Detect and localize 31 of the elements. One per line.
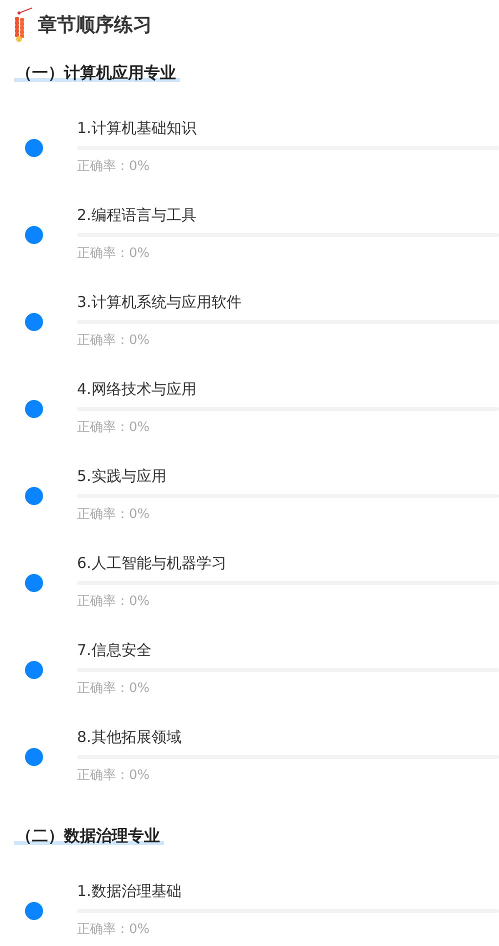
chapter-dot	[25, 313, 43, 331]
firecracker-icon	[12, 7, 34, 43]
chapter-title[interactable]: 1.计算机基础知识	[77, 117, 499, 139]
chapter-title[interactable]: 2.编程语言与工具	[77, 204, 499, 226]
page-title: 章节顺序练习	[38, 13, 152, 37]
chapter-dot	[25, 400, 43, 418]
accuracy-text: 正确率：0%	[77, 921, 150, 939]
chapter-dot	[25, 748, 43, 766]
accuracy-text: 正确率：0%	[77, 158, 150, 176]
accuracy-text: 正确率：0%	[77, 506, 150, 524]
section-heading: （二）数据治理专业	[14, 824, 164, 848]
chapter-title[interactable]: 8.其他拓展领域	[77, 726, 499, 748]
chapter-dot	[25, 661, 43, 679]
accuracy-text: 正确率：0%	[77, 680, 150, 698]
accuracy-text: 正确率：0%	[77, 767, 150, 785]
section-heading: （一）计算机应用专业	[14, 61, 180, 85]
chapter-title[interactable]: 3.计算机系统与应用软件	[77, 291, 499, 313]
accuracy-text: 正确率：0%	[77, 593, 150, 611]
chapter-dot	[25, 226, 43, 244]
chapter-dot	[25, 487, 43, 505]
chapter-title[interactable]: 7.信息安全	[77, 639, 499, 661]
chapter-title[interactable]: 5.实践与应用	[77, 465, 499, 487]
accuracy-text: 正确率：0%	[77, 419, 150, 437]
chapter-dot	[25, 902, 43, 920]
accuracy-text: 正确率：0%	[77, 245, 150, 263]
chapter-title[interactable]: 4.网络技术与应用	[77, 378, 499, 400]
chapter-dot	[25, 574, 43, 592]
chapter-dot	[25, 139, 43, 157]
chapter-title[interactable]: 6.人工智能与机器学习	[77, 552, 499, 574]
accuracy-text: 正确率：0%	[77, 332, 150, 350]
chapter-title[interactable]: 1.数据治理基础	[77, 880, 499, 902]
